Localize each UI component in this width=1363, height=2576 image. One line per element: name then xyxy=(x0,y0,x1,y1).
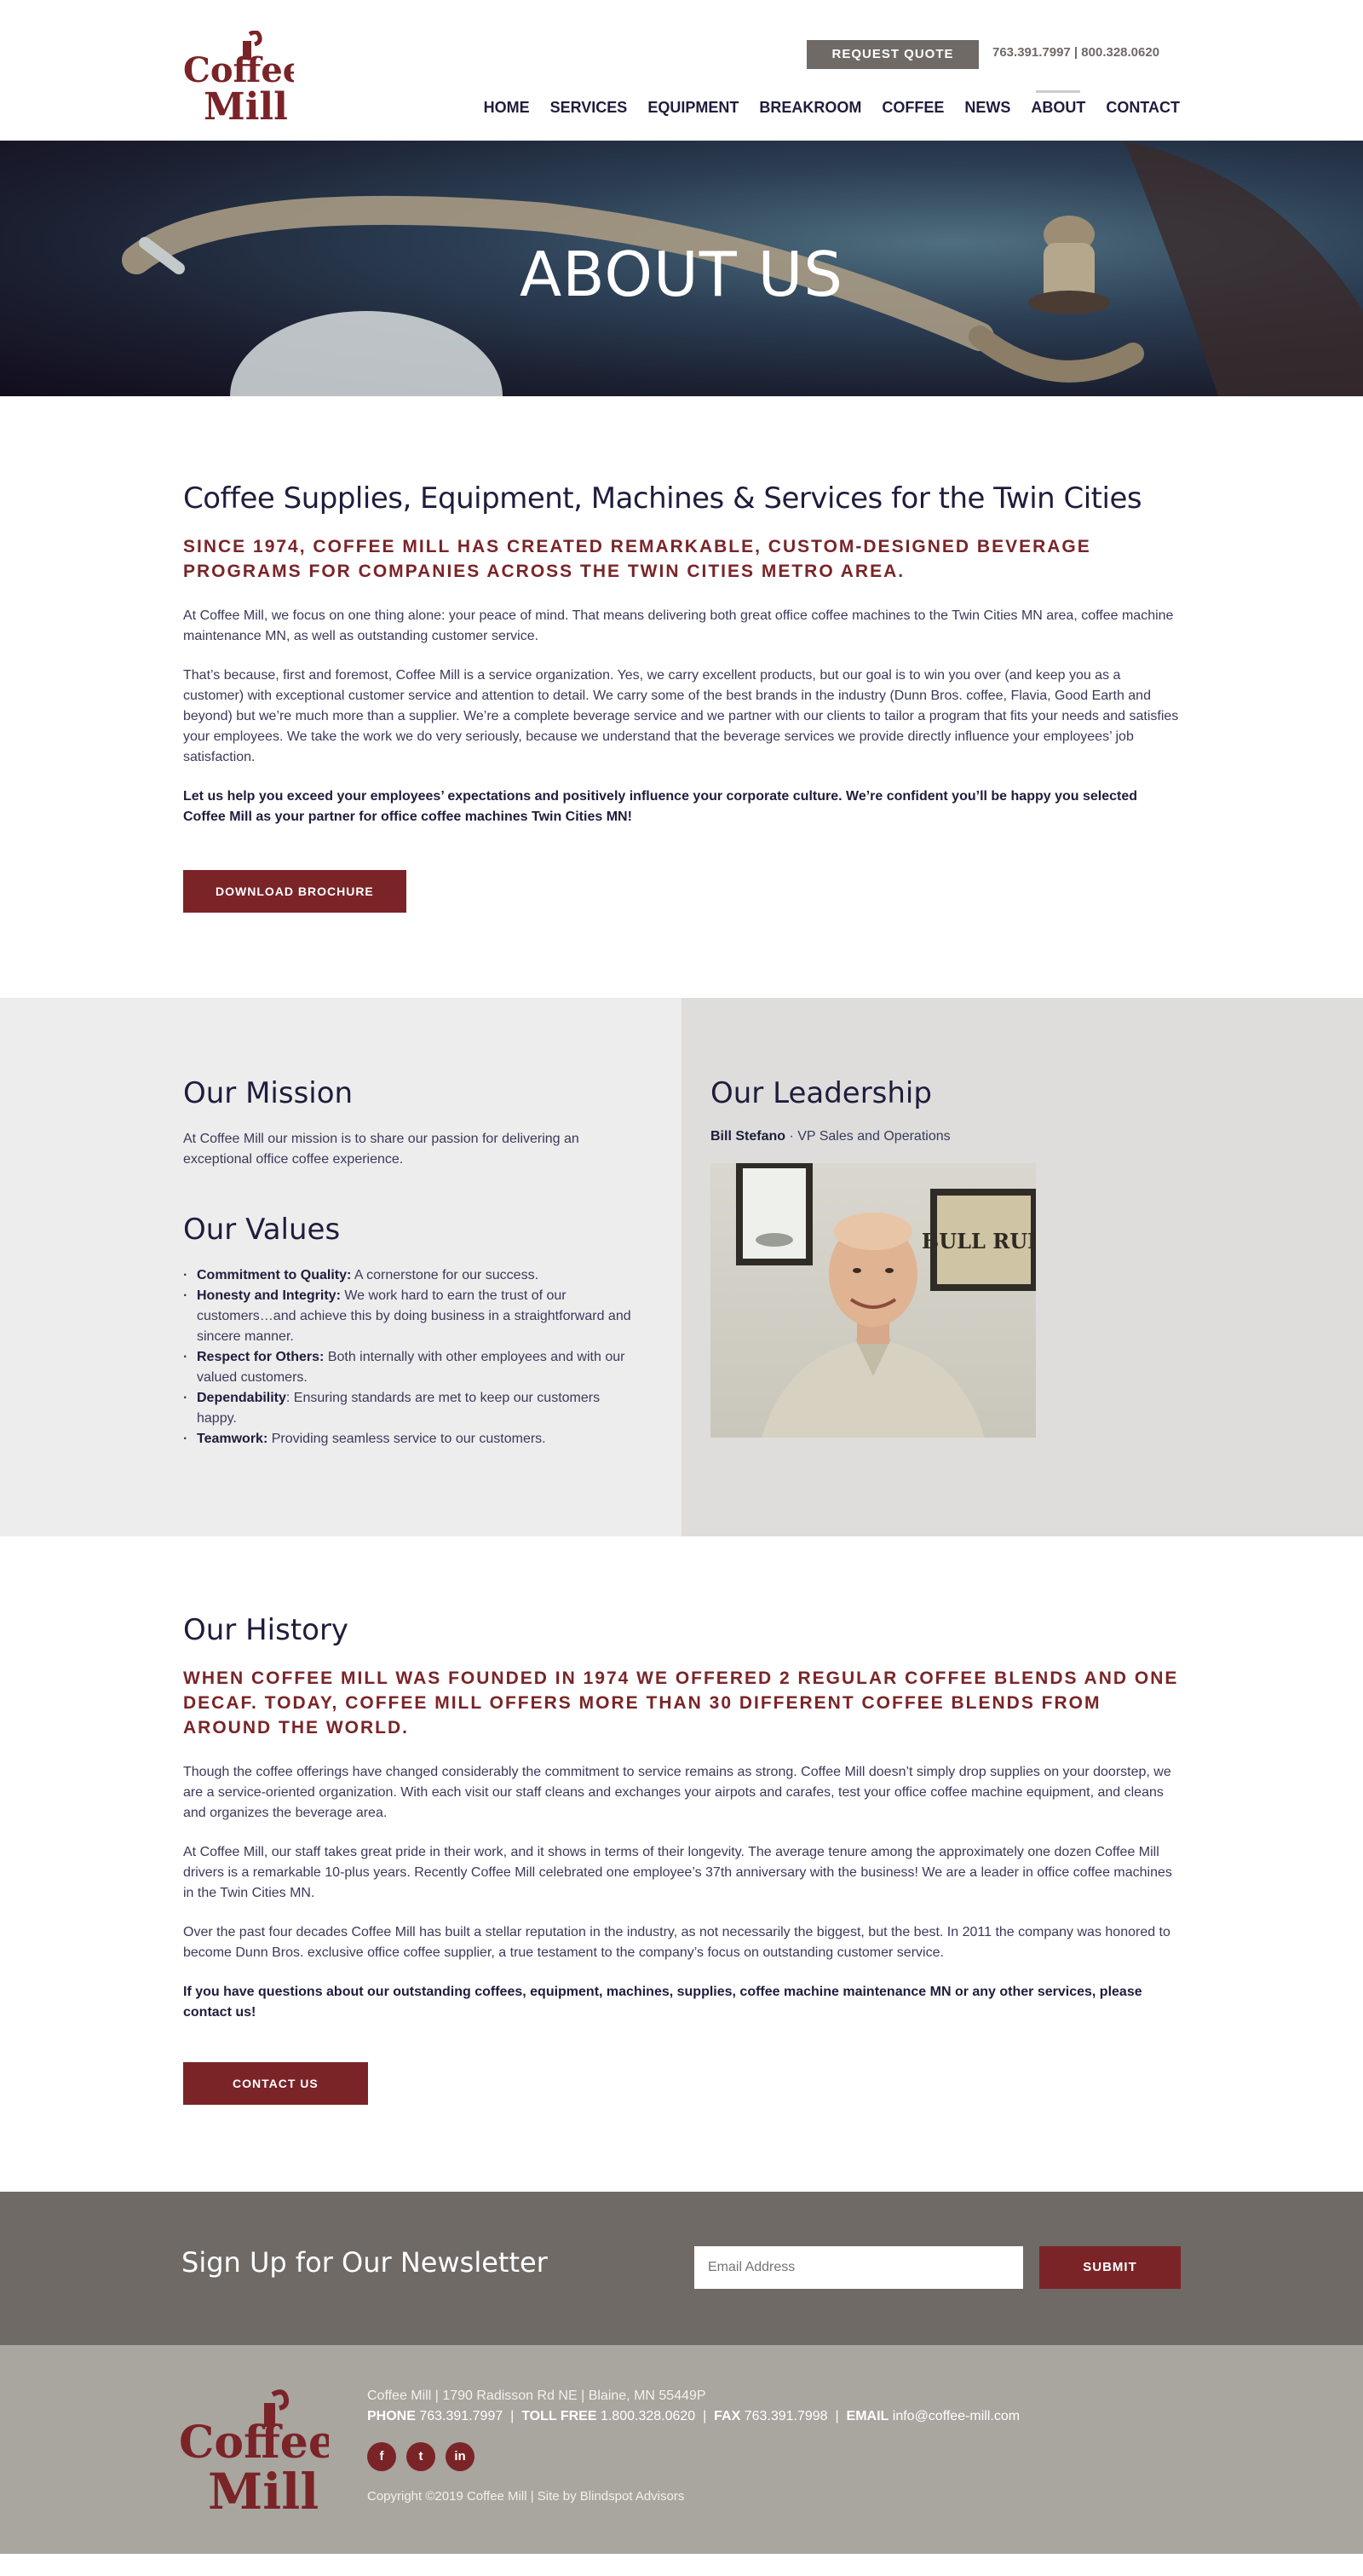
nav-news[interactable]: NEWS xyxy=(964,99,1010,117)
list-item: Dependability: Ensuring standards are me… xyxy=(183,1388,643,1429)
coffee-mill-logo[interactable]: Coffee Mill xyxy=(183,31,294,124)
tollfree-label: TOLL FREE xyxy=(521,2409,597,2423)
hero-banner: ABOUT US xyxy=(0,141,1363,396)
intro-section: Coffee Supplies, Equipment, Machines & S… xyxy=(0,396,1363,998)
footer-contacts: PHONE 763.391.7997 | TOLL FREE 1.800.328… xyxy=(367,2406,1020,2427)
leadership-title: Our Leadership xyxy=(710,1076,932,1110)
logo-word-coffee: Coffee xyxy=(183,50,294,90)
download-brochure-button[interactable]: DOWNLOAD BROCHURE xyxy=(183,870,406,913)
value-label: Teamwork: xyxy=(197,1432,268,1446)
nav-breakroom[interactable]: BREAKROOM xyxy=(759,99,861,117)
social-links: f t in xyxy=(367,2442,1020,2471)
poster-text: BULL RUN xyxy=(922,1229,1036,1253)
history-title: Our History xyxy=(183,1613,349,1647)
nav-about[interactable]: ABOUT xyxy=(1031,90,1085,117)
separator: | xyxy=(506,2409,518,2423)
linkedin-icon[interactable]: in xyxy=(446,2442,474,2471)
tollfree-value[interactable]: 1.800.328.0620 xyxy=(601,2409,695,2423)
newsletter-section: Sign Up for Our Newsletter SUBMIT xyxy=(0,2192,1363,2345)
fax-label: FAX xyxy=(714,2409,741,2423)
values-list: Commitment to Quality: A cornerstone for… xyxy=(183,1265,643,1449)
mission-leadership-section: Our Mission At Coffee Mill our mission i… xyxy=(0,998,1363,1536)
value-text: Providing seamless service to our custom… xyxy=(267,1432,546,1446)
separator: | xyxy=(699,2409,710,2423)
nav-home[interactable]: HOME xyxy=(484,99,530,117)
footer-address: Coffee Mill | 1790 Radisson Rd NE | Blai… xyxy=(367,2389,706,2403)
value-text: A cornerstone for our success. xyxy=(351,1268,539,1282)
twitter-icon[interactable]: t xyxy=(406,2442,435,2471)
footer-logo[interactable]: Coffee Mill xyxy=(179,2388,329,2515)
leader-name: Bill Stefano xyxy=(710,1129,786,1144)
history-section: Our History WHEN COFFEE MILL WAS FOUNDED… xyxy=(0,1536,1363,2192)
nav-coffee[interactable]: COFFEE xyxy=(882,99,944,117)
nav-services[interactable]: SERVICES xyxy=(550,99,628,117)
intro-paragraph-2: That’s because, first and foremost, Coff… xyxy=(183,668,1179,764)
list-item: Honesty and Integrity: We work hard to e… xyxy=(183,1286,643,1347)
leader-portrait: BULL RUN xyxy=(710,1163,1036,1438)
site-footer: Coffee Mill Coffee Mill | 1790 Radisson … xyxy=(0,2345,1363,2554)
phone-label: PHONE xyxy=(367,2409,416,2423)
footer-info: Coffee Mill | 1790 Radisson Rd NE | Blai… xyxy=(367,2386,1020,2507)
submit-button[interactable]: SUBMIT xyxy=(1039,2246,1181,2289)
mission-text: At Coffee Mill our mission is to share o… xyxy=(183,1132,579,1167)
intro-paragraph-3: Let us help you exceed your employees’ e… xyxy=(183,789,1138,824)
history-paragraph-3: Over the past four decades Coffee Mill h… xyxy=(183,1925,1170,1960)
leader-caption: Bill Stefano · VP Sales and Operations xyxy=(710,1129,951,1144)
header-phones: 763.391.7997 | 800.328.0620 xyxy=(992,45,1160,60)
nav-equipment[interactable]: EQUIPMENT xyxy=(647,99,739,117)
newsletter-title: Sign Up for Our Newsletter xyxy=(181,2246,548,2279)
email-link[interactable]: info@coffee-mill.com xyxy=(893,2409,1020,2423)
portrait-image: BULL RUN xyxy=(736,1163,1036,1438)
email-field[interactable] xyxy=(694,2246,1023,2289)
fax-value: 763.391.7998 xyxy=(744,2409,828,2423)
values-title: Our Values xyxy=(183,1213,341,1247)
intro-title: Coffee Supplies, Equipment, Machines & S… xyxy=(183,481,1142,516)
intro-subhead: SINCE 1974, COFFEE MILL HAS CREATED REMA… xyxy=(183,537,1091,581)
values-block: Our Values Commitment to Quality: A corn… xyxy=(183,1213,682,1449)
facebook-icon[interactable]: f xyxy=(367,2442,396,2471)
main-nav: HOME SERVICES EQUIPMENT BREAKROOM COFFEE… xyxy=(484,90,1180,117)
page-title: ABOUT US xyxy=(519,239,844,310)
request-quote-button[interactable]: REQUEST QUOTE xyxy=(807,40,979,69)
footer-logo-word-mill: Mill xyxy=(208,2463,319,2515)
value-label: Respect for Others: xyxy=(197,1350,325,1364)
leader-role: VP Sales and Operations xyxy=(797,1129,951,1144)
list-item: Commitment to Quality: A cornerstone for… xyxy=(183,1265,643,1286)
history-subhead: WHEN COFFEE MILL WAS FOUNDED IN 1974 WE … xyxy=(183,1668,1179,1738)
leadership-panel: Our Leadership Bill Stefano · VP Sales a… xyxy=(682,998,1363,1536)
list-item: Teamwork: Providing seamless service to … xyxy=(183,1429,643,1449)
mission-title: Our Mission xyxy=(183,1076,354,1110)
value-label: Honesty and Integrity: xyxy=(197,1288,341,1303)
intro-paragraph-1: At Coffee Mill, we focus on one thing al… xyxy=(183,608,1174,643)
history-paragraph-2: At Coffee Mill, our staff takes great pr… xyxy=(183,1845,1172,1900)
nav-contact[interactable]: CONTACT xyxy=(1106,99,1180,117)
email-label: EMAIL xyxy=(846,2409,889,2423)
logo-word-mill: Mill xyxy=(204,85,288,124)
site-header: Coffee Mill REQUEST QUOTE 763.391.7997 |… xyxy=(0,0,1363,141)
mission-values-panel: Our Mission At Coffee Mill our mission i… xyxy=(0,998,682,1536)
footer-logo-word-coffee: Coffee xyxy=(179,2417,329,2469)
contact-us-button[interactable]: CONTACT US xyxy=(183,2062,368,2105)
list-item: Respect for Others: Both internally with… xyxy=(183,1347,643,1388)
copyright: Copyright ©2019 Coffee Mill | Site by Bl… xyxy=(367,2489,685,2504)
history-paragraph-1: Though the coffee offerings have changed… xyxy=(183,1765,1171,1820)
value-label: Commitment to Quality: xyxy=(197,1268,352,1282)
value-label: Dependability xyxy=(197,1391,286,1405)
history-paragraph-4: If you have questions about our outstand… xyxy=(183,1985,1142,2020)
separator: | xyxy=(831,2409,843,2423)
phone-value[interactable]: 763.391.7997 xyxy=(419,2409,503,2423)
